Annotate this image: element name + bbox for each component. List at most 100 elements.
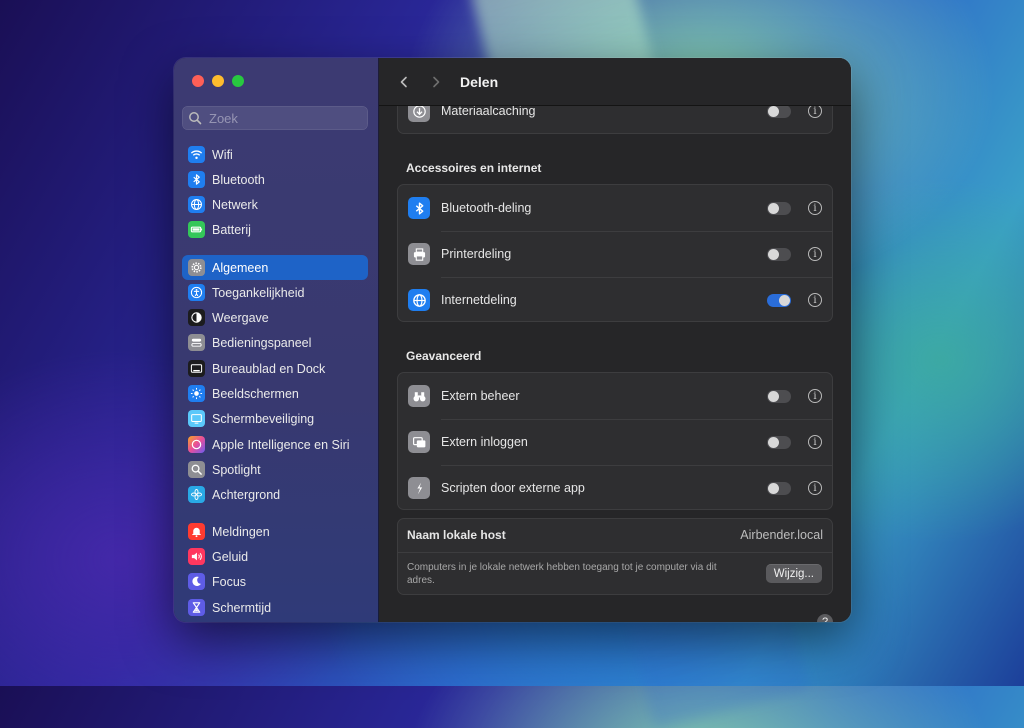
sidebar-item-weergave[interactable]: Weergave [182,305,368,330]
sun-icon [188,385,205,402]
battery-icon [188,221,205,238]
globe-icon [188,196,205,213]
sidebar-item-bluetooth[interactable]: Bluetooth [182,167,368,192]
bluetooth-deling-toggle[interactable] [767,201,791,215]
sidebar-item-label: Bureaublad en Dock [212,361,326,376]
extern-beheer-toggle[interactable] [767,389,791,403]
row-label: Extern inloggen [441,435,528,449]
screensaver-icon [188,410,205,427]
scripten-toggle[interactable] [767,481,791,495]
sidebar-item-algemeen[interactable]: Algemeen [182,255,368,280]
info-icon[interactable]: i [808,435,822,449]
sidebar-item-label: Netwerk [212,197,258,212]
control-center-icon [188,334,205,351]
sidebar-item-apple-intelligence-en-siri[interactable]: Apple Intelligence en Siri [182,432,368,457]
sidebar-item-label: Beeldschermen [212,386,299,401]
sidebar-item-bedieningspaneel[interactable]: Bedieningspaneel [182,330,368,355]
bell-icon [188,523,205,540]
sidebar-item-meldingen[interactable]: Meldingen [182,519,368,544]
internetdeling-toggle[interactable] [767,293,791,307]
section-heading-accessoires: Accessoires en internet [406,161,542,175]
printer-icon [408,243,430,265]
info-icon[interactable]: i [808,247,822,261]
info-icon[interactable]: i [808,481,822,495]
sidebar: Wifi Bluetooth Netwerk Batterij Algemeen [174,58,379,622]
moon-icon [188,573,205,590]
sidebar-item-label: Toegankelijkheid [212,285,305,300]
row-label: Internetdeling [441,293,517,307]
sidebar-item-beeldschermen[interactable]: Beeldschermen [182,381,368,406]
settings-row-bluetooth-deling[interactable]: Bluetooth-deling i [398,185,832,231]
sidebar-item-label: Batterij [212,222,251,237]
sidebar-item-label: Geluid [212,549,249,564]
info-icon[interactable]: i [808,293,822,307]
remote-login-icon [408,431,430,453]
extern-inloggen-toggle[interactable] [767,435,791,449]
search-input[interactable] [207,109,361,127]
sidebar-item-spotlight[interactable]: Spotlight [182,457,368,482]
gear-icon [188,259,205,276]
search-field[interactable] [182,106,368,130]
sidebar-item-schermtijd[interactable]: Schermtijd [182,595,368,620]
hourglass-icon [188,599,205,616]
sidebar-item-batterij[interactable]: Batterij [182,217,368,242]
info-icon[interactable]: i [808,389,822,403]
settings-row-internetdeling[interactable]: Internetdeling i [398,277,832,323]
settings-row-extern-beheer[interactable]: Extern beheer i [398,373,832,419]
sidebar-item-label: Wifi [212,147,233,162]
row-label: Bluetooth-deling [441,201,532,215]
accessories-group: Bluetooth-deling i Printerdeling i Inter… [397,184,833,322]
bluetooth-icon [188,171,205,188]
main-panel: Delen Materiaalcaching i Accessoires en … [379,58,851,622]
settings-row-extern-inloggen[interactable]: Extern inloggen i [398,419,832,465]
settings-row-scripten-door-externe-app[interactable]: Scripten door externe app i [398,465,832,511]
advanced-group: Extern beheer i Extern inloggen i Script… [397,372,833,510]
materiaalcaching-toggle[interactable] [767,104,791,118]
row-label: Printerdeling [441,247,512,261]
printerdeling-toggle[interactable] [767,247,791,261]
sidebar-item-toegankelijkheid[interactable]: Toegankelijkheid [182,280,368,305]
sidebar-item-label: Bedieningspaneel [212,335,312,350]
chevron-right-icon [433,76,440,87]
sidebar-item-schermbeveiliging[interactable]: Schermbeveiliging [182,406,368,431]
edit-hostname-button[interactable]: Wijzig... [765,564,822,583]
forward-button[interactable] [426,72,446,92]
window-controls [192,75,244,87]
binoculars-icon [408,385,430,407]
sidebar-item-label: Apple Intelligence en Siri [212,437,350,452]
search-icon [188,111,202,125]
sidebar-item-label: Schermbeveiliging [212,411,315,426]
toolbar: Delen [379,58,851,106]
siri-icon [188,436,205,453]
minimize-window-button[interactable] [212,75,224,87]
sidebar-item-bureaublad-en-dock[interactable]: Bureaublad en Dock [182,356,368,381]
sidebar-item-label: Algemeen [212,260,269,275]
dock-icon [188,360,205,377]
sidebar-item-netwerk[interactable]: Netwerk [182,192,368,217]
info-icon[interactable]: i [808,201,822,215]
sidebar-item-wifi[interactable]: Wifi [182,142,368,167]
zoom-window-button[interactable] [232,75,244,87]
sidebar-item-label: Weergave [212,310,269,325]
local-host-label: Naam lokale host [407,528,506,542]
wifi-icon [188,146,205,163]
close-window-button[interactable] [192,75,204,87]
sidebar-item-geluid[interactable]: Geluid [182,544,368,569]
page-title: Delen [460,73,499,90]
back-button[interactable] [394,72,414,92]
globe-icon [408,289,430,311]
appearance-icon [188,309,205,326]
sidebar-item-focus[interactable]: Focus [182,569,368,594]
settings-window: Wifi Bluetooth Netwerk Batterij Algemeen [174,58,851,622]
sidebar-item-label: Spotlight [212,462,261,477]
bluetooth-icon [408,197,430,219]
settings-row-printerdeling[interactable]: Printerdeling i [398,231,832,277]
info-icon[interactable]: i [808,104,822,118]
sidebar-item-achtergrond[interactable]: Achtergrond [182,482,368,507]
section-heading-geavanceerd: Geavanceerd [406,349,482,363]
local-host-group: Naam lokale host Airbender.local Compute… [397,518,833,595]
help-button[interactable]: ? [817,614,833,622]
speaker-icon [188,548,205,565]
local-host-value: Airbender.local [740,528,823,542]
local-host-description: Computers in je lokale netwerk hebben to… [407,562,717,586]
